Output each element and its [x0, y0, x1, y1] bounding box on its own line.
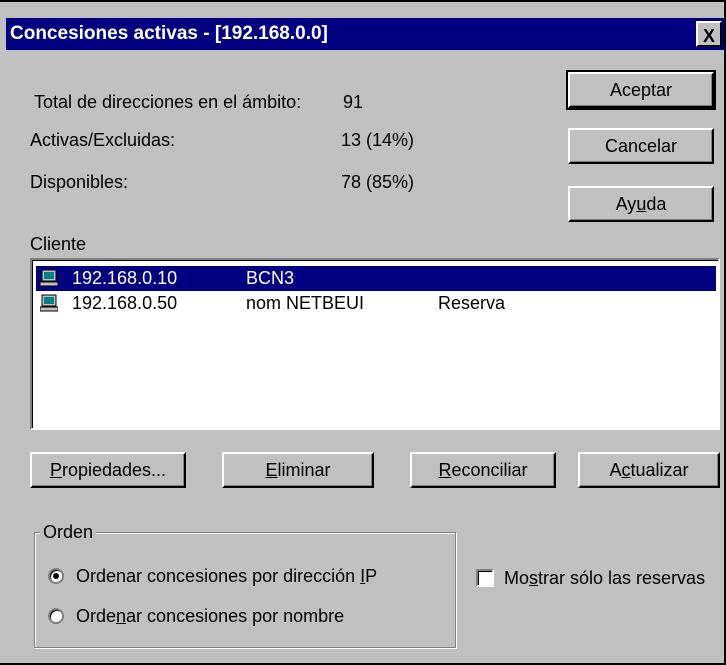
lease-name: nom NETBEUI [246, 293, 365, 313]
radio-selected-dot [53, 573, 59, 579]
window-title: Concesiones activas - [192.168.0.0] [10, 23, 328, 44]
title-bar[interactable]: Concesiones activas - [192.168.0.0] X [6, 18, 724, 50]
order-by-name-label[interactable]: Ordenar concesiones por nombre [76, 606, 344, 627]
cancel-button[interactable]: Cancelar [568, 128, 714, 164]
reconcile-button-label: Reconciliar [438, 460, 528, 480]
refresh-button[interactable]: Actualizar [578, 452, 720, 488]
total-value: 91 [343, 92, 364, 112]
cancel-button-label: Cancelar [604, 136, 678, 156]
ok-button-label: Aceptar [609, 80, 673, 100]
ok-button[interactable]: Aceptar [566, 70, 716, 110]
lease-ip: 192.168.0.10 [72, 268, 178, 288]
help-button[interactable]: Ayuda [568, 186, 714, 222]
help-button-label: Ayuda [615, 194, 667, 214]
computer-icon [40, 294, 58, 312]
delete-button-label: Eliminar [265, 460, 331, 480]
order-legend: Orden [40, 522, 97, 542]
close-button[interactable]: X [696, 21, 722, 47]
list-item[interactable]: 192.168.0.10 BCN3 [36, 266, 716, 291]
lease-note: Reserva [438, 293, 506, 313]
order-group [34, 532, 456, 648]
properties-button-label: Propiedades... [49, 460, 167, 480]
computer-icon [40, 269, 58, 287]
active-label: Activas/Excluidas: [30, 130, 176, 150]
dialog-window: Concesiones activas - [192.168.0.0] X To… [0, 0, 726, 665]
list-item[interactable]: 192.168.0.50 nom NETBEUI Reserva [36, 291, 716, 316]
reservations-only-checkbox[interactable] [476, 569, 494, 587]
lease-ip: 192.168.0.50 [72, 293, 178, 313]
available-value: 78 (85%) [341, 172, 415, 192]
active-value: 13 (14%) [341, 130, 415, 150]
lease-name: BCN3 [246, 268, 295, 288]
available-label: Disponibles: [30, 172, 129, 192]
refresh-button-label: Actualizar [609, 460, 689, 480]
total-label: Total de direcciones en el ámbito: [34, 92, 302, 112]
order-by-ip-radio[interactable] [48, 568, 64, 584]
order-by-name-radio[interactable] [48, 608, 64, 624]
client-list-header: Cliente [30, 234, 87, 254]
close-icon: X [702, 26, 715, 46]
reservations-only-label[interactable]: Mostrar sólo las reservas [504, 568, 705, 589]
lease-list[interactable]: 192.168.0.10 BCN3 192.168.0.50 nom NETBE… [30, 258, 720, 430]
delete-button[interactable]: Eliminar [222, 452, 374, 488]
reconcile-button[interactable]: Reconciliar [410, 452, 556, 488]
properties-button[interactable]: Propiedades... [30, 452, 186, 488]
order-by-ip-label[interactable]: Ordenar concesiones por dirección IP [76, 566, 377, 587]
